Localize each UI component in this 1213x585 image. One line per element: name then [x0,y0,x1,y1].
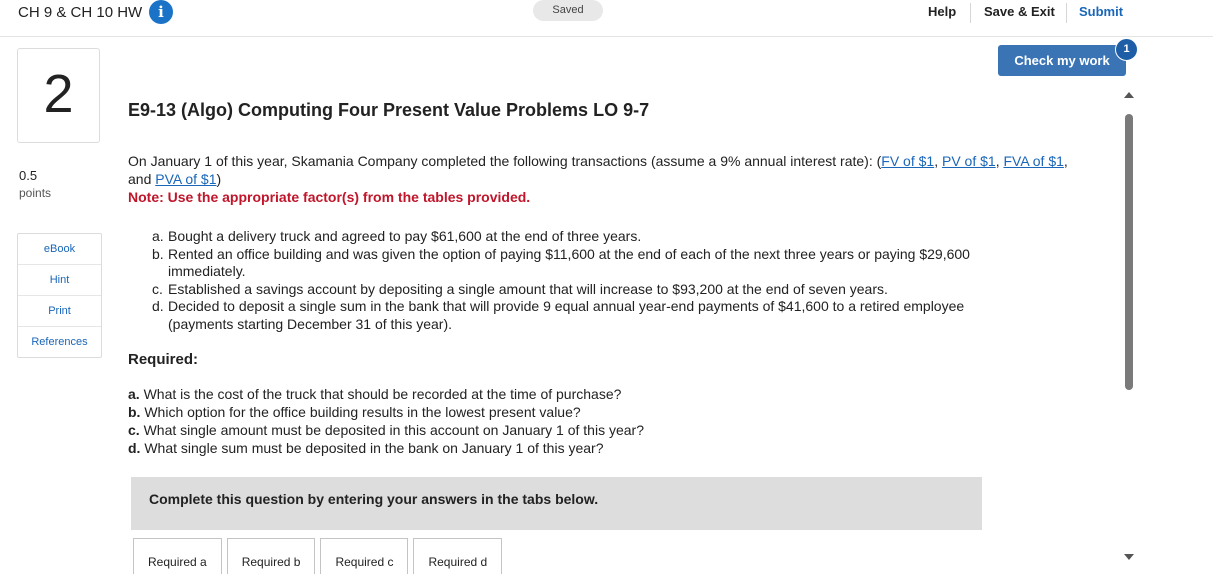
intro-end: ) [216,171,222,187]
print-button[interactable]: Print [18,296,101,327]
top-bar: CH 9 & CH 10 HW i Saved Help Save & Exit… [0,0,1213,37]
scroll-up-arrow-icon[interactable] [1124,92,1134,98]
item-letter: d. [152,298,164,314]
hint-button[interactable]: Hint [18,265,101,296]
scroll-down-arrow-icon[interactable] [1124,554,1134,560]
instructions-text: Complete this question by entering your … [149,491,599,507]
pv-of-1-link[interactable]: PV of $1 [942,153,996,169]
question-title: E9-13 (Algo) Computing Four Present Valu… [128,100,650,120]
question-number-box: 2 [17,48,100,143]
transactions-list: a. Bought a delivery truck and agreed to… [152,228,1032,333]
fv-of-1-link[interactable]: FV of $1 [881,153,934,169]
saved-status-badge: Saved [533,0,603,21]
item-text: Which option for the office building res… [144,404,581,420]
item-letter: c. [152,280,163,297]
item-text: What single sum must be deposited in the… [144,440,604,456]
item-letter: c. [128,422,140,438]
item-text: Established a savings account by deposit… [168,280,888,297]
tab-required-c[interactable]: Required c [320,538,409,574]
item-letter: d. [128,440,141,456]
assignment-title: CH 9 & CH 10 HW [18,4,143,21]
submit-link[interactable]: Submit [1079,4,1123,19]
instructions-box: Complete this question by entering your … [131,477,982,530]
points-label: points [19,186,52,200]
item-text: Rented an office building and was given … [168,245,970,280]
fva-of-1-link[interactable]: FVA of $1 [1003,153,1063,169]
item-text: Decided to deposit a single sum in the b… [168,298,965,332]
item-text: What is the cost of the truck that shoul… [143,386,622,402]
check-my-work-button[interactable]: Check my work [998,45,1126,76]
check-attempts-badge: 1 [1115,38,1138,61]
item-letter: a. [152,228,164,244]
item-letter: b. [152,245,164,262]
answer-tabs: Required a Required b Required c Require… [133,538,507,574]
required-heading: Required: [128,351,199,368]
item-text: What single amount must be deposited in … [143,422,644,438]
tab-required-a[interactable]: Required a [133,538,222,574]
side-tools-panel: eBook Hint Print References [17,233,102,358]
list-item: b. Which option for the office building … [128,403,644,421]
pva-of-1-link[interactable]: PVA of $1 [155,171,216,187]
item-letter: b. [128,404,141,420]
list-item: a. What is the cost of the truck that sh… [128,385,644,403]
tab-required-d[interactable]: Required d [413,538,503,574]
info-icon[interactable]: i [149,0,173,24]
references-button[interactable]: References [18,327,101,357]
requirements-list: a. What is the cost of the truck that sh… [128,385,644,457]
intro-separator: , [934,153,942,169]
save-exit-link[interactable]: Save & Exit [984,4,1055,19]
header-divider [970,3,971,23]
list-item: c. Established a savings account by depo… [152,281,1032,299]
list-item: d. What single sum must be deposited in … [128,439,644,457]
item-letter: a. [128,386,140,402]
list-item: a. Bought a delivery truck and agreed to… [152,228,1032,246]
header-divider [1066,3,1067,23]
question-intro: On January 1 of this year, Skamania Comp… [128,152,1088,188]
tab-required-b[interactable]: Required b [226,538,316,574]
ebook-button[interactable]: eBook [18,234,101,265]
factor-note: Note: Use the appropriate factor(s) from… [128,189,531,205]
list-item: c. What single amount must be deposited … [128,421,644,439]
intro-text: On January 1 of this year, Skamania Comp… [128,153,882,169]
list-item: d. Decided to deposit a single sum in th… [152,298,1032,333]
list-item: b. Rented an office building and was giv… [152,246,1032,281]
question-number: 2 [43,64,74,124]
scrollbar-thumb[interactable] [1125,114,1133,390]
item-text: Bought a delivery truck and agreed to pa… [168,228,642,244]
points-value: 0.5 [19,168,38,183]
help-link[interactable]: Help [928,4,956,19]
